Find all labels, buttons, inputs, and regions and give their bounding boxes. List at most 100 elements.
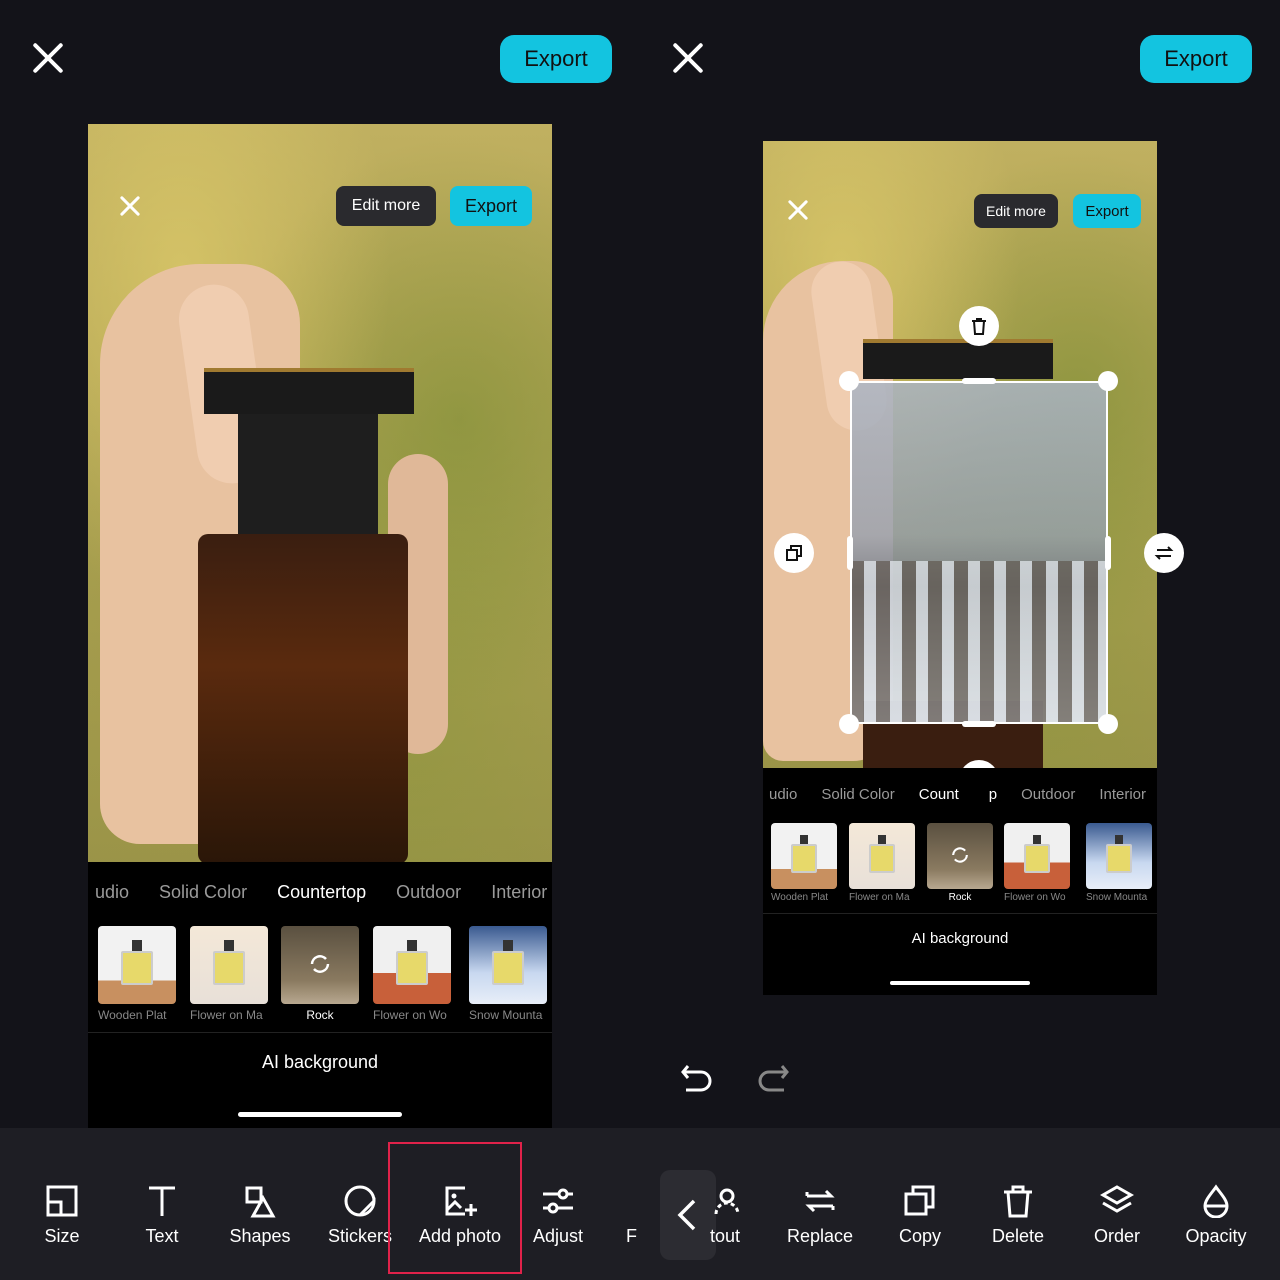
thumb-flower-marble[interactable] <box>190 926 268 1004</box>
category-interior[interactable]: Interior <box>491 882 547 903</box>
undo-icon[interactable] <box>680 1060 716 1096</box>
tool-opacity[interactable]: Opacity <box>1176 1128 1256 1280</box>
redo-icon[interactable] <box>754 1060 790 1096</box>
thumb-flower-wood[interactable] <box>1004 823 1070 889</box>
export-button[interactable]: Export <box>1140 35 1252 83</box>
background-panel: udio Solid Color Count p Outdoor Interio… <box>763 768 1157 995</box>
thumb-flower-marble[interactable] <box>849 823 915 889</box>
resize-handle-top[interactable] <box>962 378 996 384</box>
layer-toolbar: tout Replace Copy Delete Order Opacity <box>640 1128 1280 1280</box>
loading-icon <box>310 955 330 973</box>
category-audio[interactable]: udio <box>769 786 797 803</box>
category-audio[interactable]: udio <box>95 882 129 903</box>
flip-layer-button[interactable] <box>1144 533 1184 573</box>
resize-handle-bottom[interactable] <box>962 721 996 727</box>
bottle-cap <box>204 368 414 414</box>
preview-image[interactable]: Edit more Export <box>88 124 552 862</box>
ai-background-tab[interactable]: AI background <box>88 1052 552 1073</box>
bottle-body <box>198 534 408 862</box>
tool-shapes[interactable]: Shapes <box>220 1128 300 1280</box>
mini-export-button[interactable]: Export <box>1073 194 1141 228</box>
copy-icon <box>904 1185 935 1216</box>
thumb-bottle <box>790 844 818 874</box>
category-outdoor[interactable]: Outdoor <box>1021 786 1075 803</box>
tool-label: F <box>626 1226 637 1246</box>
tool-label: Opacity <box>1185 1226 1247 1246</box>
resize-handle-right[interactable] <box>1105 536 1111 570</box>
tool-label: Shapes <box>229 1226 291 1246</box>
category-solid-color[interactable]: Solid Color <box>821 786 894 803</box>
edit-more-button[interactable]: Edit more <box>974 194 1058 228</box>
tool-cutout[interactable]: tout <box>710 1128 760 1280</box>
chevron-left-icon <box>677 1199 696 1231</box>
thumb-bottle <box>396 950 428 986</box>
thumb-snow-mountain[interactable] <box>469 926 547 1004</box>
cutout-icon <box>714 1188 740 1215</box>
category-row: udio Solid Color Count p Outdoor Interio… <box>769 786 1146 803</box>
adjust-icon <box>543 1188 573 1214</box>
copy-icon <box>786 545 802 561</box>
tool-label: Size <box>44 1226 80 1246</box>
thumb-wooden[interactable] <box>98 926 176 1004</box>
tool-label: Stickers <box>327 1226 392 1246</box>
resize-handle-top-left[interactable] <box>839 371 859 391</box>
close-icon[interactable] <box>30 40 66 76</box>
resize-handle-bottom-left[interactable] <box>839 714 859 734</box>
category-countertop[interactable]: Countertop <box>277 882 366 903</box>
thumb-label: Wooden Plat <box>771 892 829 903</box>
thumb-bottle <box>213 950 245 986</box>
thumb-rock[interactable] <box>927 823 993 889</box>
tool-label: Order <box>1093 1226 1140 1246</box>
category-countertop[interactable]: Count <box>919 786 959 803</box>
tool-label: Copy <box>898 1226 942 1246</box>
delete-layer-button[interactable] <box>959 306 999 346</box>
thumb-bottle <box>492 950 524 986</box>
tool-copy[interactable]: Copy <box>880 1128 960 1280</box>
category-interior[interactable]: Interior <box>1099 786 1146 803</box>
tool-partial[interactable]: F <box>626 1128 640 1280</box>
tool-delete[interactable]: Delete <box>978 1128 1058 1280</box>
tool-label: Adjust <box>532 1226 584 1246</box>
tool-size[interactable]: Size <box>22 1128 102 1280</box>
mini-export-button[interactable]: Export <box>450 186 532 226</box>
size-icon <box>46 1185 78 1217</box>
thumb-snow-mountain[interactable] <box>1086 823 1152 889</box>
thumb-label: Flower on Wo <box>1004 892 1066 903</box>
ai-background-tab[interactable]: AI background <box>763 930 1157 947</box>
loading-icon <box>952 847 968 863</box>
category-solid-color[interactable]: Solid Color <box>159 882 247 903</box>
thumb-flower-wood[interactable] <box>373 926 451 1004</box>
tool-order[interactable]: Order <box>1077 1128 1157 1280</box>
thumb-label: Snow Mounta <box>469 1008 543 1022</box>
sticker-icon <box>344 1185 376 1217</box>
edit-more-button[interactable]: Edit more <box>336 186 436 226</box>
tool-adjust[interactable]: Adjust <box>518 1128 598 1280</box>
add-photo-highlight <box>388 1142 522 1274</box>
duplicate-layer-button[interactable] <box>774 533 814 573</box>
opacity-icon <box>1203 1184 1229 1218</box>
export-button[interactable]: Export <box>500 35 612 83</box>
resize-handle-top-right[interactable] <box>1098 371 1118 391</box>
tool-label: Replace <box>786 1226 854 1246</box>
tool-label: Text <box>145 1226 179 1246</box>
thumb-label: Wooden Plat <box>98 1008 167 1022</box>
thumb-bottle <box>868 844 896 874</box>
category-countertop-end[interactable]: p <box>989 786 997 803</box>
resize-handle-left[interactable] <box>847 536 853 570</box>
tool-label: Delete <box>991 1226 1045 1246</box>
tool-text[interactable]: Text <box>122 1128 202 1280</box>
back-button[interactable] <box>660 1170 716 1260</box>
trash-icon <box>972 318 986 335</box>
tool-replace[interactable]: Replace <box>780 1128 860 1280</box>
category-outdoor[interactable]: Outdoor <box>396 882 461 903</box>
thumb-label: Flower on Ma <box>849 892 910 903</box>
resize-handle-bottom-right[interactable] <box>1098 714 1118 734</box>
selection-frame[interactable] <box>850 381 1108 724</box>
close-icon[interactable] <box>670 40 706 76</box>
close-preview-icon[interactable] <box>787 199 809 221</box>
close-preview-icon[interactable] <box>118 194 142 218</box>
thumb-rock[interactable] <box>281 926 359 1004</box>
trash-icon <box>1004 1185 1032 1218</box>
thumb-label: Flower on Ma <box>190 1008 263 1022</box>
thumb-wooden[interactable] <box>771 823 837 889</box>
